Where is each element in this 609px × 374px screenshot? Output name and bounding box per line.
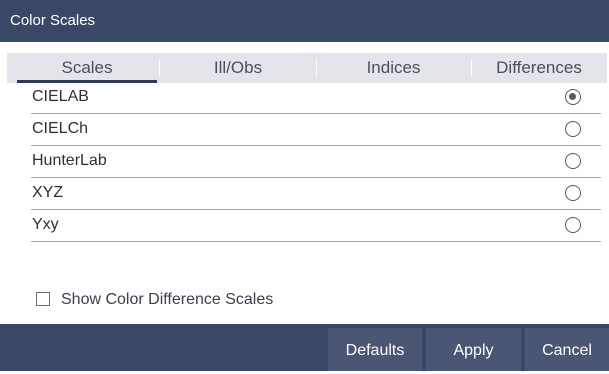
show-difference-scales-checkbox[interactable] (36, 292, 50, 306)
radio-hunterlab[interactable] (565, 153, 581, 169)
tab-scales[interactable]: Scales (7, 53, 167, 83)
scale-row-cielch[interactable]: CIELCh (31, 114, 601, 146)
tab-indices[interactable]: Indices (316, 53, 471, 83)
dialog-title: Color Scales (0, 0, 609, 42)
scale-row-yxy[interactable]: Yxy (31, 210, 601, 242)
scale-label: Yxy (32, 216, 59, 233)
scale-row-cielab[interactable]: CIELAB (31, 82, 601, 114)
tab-ill-obs[interactable]: Ill/Obs (159, 53, 317, 83)
radio-cielab[interactable] (565, 89, 581, 105)
scale-label: CIELCh (32, 120, 89, 137)
tab-differences[interactable]: Differences (471, 53, 607, 83)
radio-yxy[interactable] (565, 217, 581, 233)
tab-bar: Scales Ill/Obs Indices Differences (7, 53, 607, 83)
apply-button[interactable]: Apply (426, 328, 521, 371)
scale-row-hunterlab[interactable]: HunterLab (31, 146, 601, 178)
cancel-button[interactable]: Cancel (525, 328, 609, 371)
show-difference-scales-label: Show Color Difference Scales (61, 291, 274, 308)
scale-row-xyz[interactable]: XYZ (31, 178, 601, 210)
radio-cielch[interactable] (565, 121, 581, 137)
radio-xyz[interactable] (565, 185, 581, 201)
scale-label: CIELAB (32, 88, 89, 105)
defaults-button[interactable]: Defaults (328, 328, 422, 371)
scale-label: XYZ (32, 184, 64, 201)
scale-label: HunterLab (32, 152, 107, 169)
